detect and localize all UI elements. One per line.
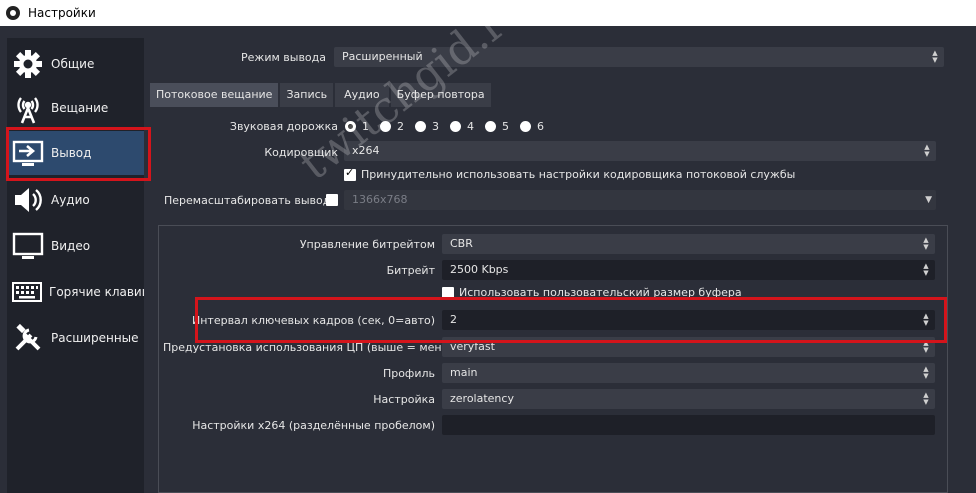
cpu-preset-label: Предустановка использования ЦП (выше = м… <box>163 341 470 354</box>
sidebar-item-advanced[interactable]: Расширенные <box>7 316 144 360</box>
radio-label: 5 <box>502 120 509 133</box>
sidebar-item-output[interactable]: Вывод <box>7 131 144 175</box>
audio-track-radio-6[interactable]: 6 <box>520 120 544 133</box>
encoder-settings-group: Управление битрейтом CBR ▲ ▼ Битрейт 2500… <box>158 225 948 493</box>
sidebar-item-audio[interactable]: Аудио <box>7 178 144 222</box>
output-mode-label: Режим вывода <box>241 51 326 64</box>
rescale-checkbox[interactable] <box>326 194 338 206</box>
enforce-encoder-checkbox[interactable] <box>344 166 356 181</box>
tune-select[interactable]: zerolatency ▲ ▼ <box>442 389 935 409</box>
radio-button <box>485 121 496 132</box>
radio-label: 6 <box>537 120 544 133</box>
cpu-preset-value: veryfast <box>450 340 495 353</box>
output-mode-value: Расширенный <box>342 50 423 63</box>
monitor-icon <box>11 229 45 263</box>
tab-streaming[interactable]: Потоковое вещание <box>150 83 279 107</box>
rate-control-value: CBR <box>450 237 473 250</box>
tune-value: zerolatency <box>450 392 514 405</box>
encoder-value: x264 <box>352 144 380 157</box>
profile-label: Профиль <box>382 367 435 380</box>
custom-buffer-label: Использовать пользовательский размер буф… <box>459 286 742 299</box>
sidebar-item-label: Видео <box>51 239 91 253</box>
gear-icon <box>11 47 45 81</box>
stepper-arrows-icon[interactable]: ▲ ▼ <box>917 310 935 330</box>
obs-logo-icon <box>6 6 20 20</box>
radio-button <box>345 121 356 132</box>
encoder-select[interactable]: x264 ▲ ▼ <box>344 141 936 161</box>
radio-button <box>450 121 461 132</box>
stepper-arrows-icon[interactable]: ▲ ▼ <box>917 260 935 280</box>
audio-track-radio-2[interactable]: 2 <box>380 120 404 133</box>
broadcast-antenna-icon <box>11 91 45 125</box>
output-settings-panel: Режим вывода Расширенный ▲ ▼ Потоковое ве… <box>144 38 950 493</box>
tune-label: Настройка <box>373 393 435 406</box>
radio-label: 3 <box>432 120 439 133</box>
rate-control-label: Управление битрейтом <box>299 238 435 251</box>
x264-options-label: Настройки x264 (разделённые пробелом) <box>192 419 435 432</box>
chevron-down-icon: ▼ <box>925 195 932 205</box>
title-bar: Настройки <box>0 0 976 26</box>
select-arrows-icon: ▲ ▼ <box>923 391 929 406</box>
radio-label: 2 <box>397 120 404 133</box>
radio-button <box>520 121 531 132</box>
keyframe-interval-input[interactable]: 2 ▲ ▼ <box>442 310 935 330</box>
select-arrows-icon: ▲ ▼ <box>932 49 938 64</box>
encoder-label: Кодировщик <box>264 146 338 159</box>
x264-options-input[interactable] <box>442 415 935 435</box>
radio-label: 1 <box>362 120 369 133</box>
rescale-label: Перемасштабировать вывод <box>164 194 331 207</box>
sidebar-item-label: Общие <box>51 57 95 71</box>
select-arrows-icon: ▲ ▼ <box>923 365 929 380</box>
select-arrows-icon: ▲ ▼ <box>923 236 929 251</box>
radio-button <box>415 121 426 132</box>
rate-control-select[interactable]: CBR ▲ ▼ <box>442 234 935 254</box>
window-title: Настройки <box>28 6 96 20</box>
rescale-value: 1366x768 <box>352 193 408 206</box>
settings-sidebar: Общие Вещание Вывод Аудио Видео Горячие … <box>7 38 144 493</box>
rescale-select[interactable]: 1366x768 ▼ <box>344 190 936 210</box>
bitrate-label: Битрейт <box>386 264 435 277</box>
radio-label: 4 <box>467 120 474 133</box>
tools-icon <box>11 321 45 355</box>
bitrate-value: 2500 Kbps <box>450 263 509 276</box>
tab-recording[interactable]: Запись <box>280 83 334 107</box>
sidebar-item-general[interactable]: Общие <box>7 42 144 86</box>
cpu-preset-select[interactable]: veryfast ▲ ▼ <box>442 337 935 357</box>
keyframe-interval-label: Интервал ключевых кадров (сек, 0=авто) <box>192 314 435 327</box>
sidebar-item-label: Вывод <box>51 146 92 160</box>
tab-replay-buffer[interactable]: Буфер повтора <box>390 83 491 107</box>
output-tabs: Потоковое вещание Запись Аудио Буфер пов… <box>150 83 493 107</box>
keyframe-interval-value: 2 <box>450 313 457 326</box>
audio-track-radio-4[interactable]: 4 <box>450 120 474 133</box>
select-arrows-icon: ▲ ▼ <box>924 143 930 158</box>
select-arrows-icon: ▲ ▼ <box>923 339 929 354</box>
radio-button <box>380 121 391 132</box>
audio-track-radio-3[interactable]: 3 <box>415 120 439 133</box>
keyboard-icon <box>11 275 43 309</box>
sidebar-item-label: Горячие клавиш <box>49 285 144 299</box>
tab-audio[interactable]: Аудио <box>335 83 389 107</box>
sidebar-item-stream[interactable]: Вещание <box>7 86 144 130</box>
output-mode-select[interactable]: Расширенный ▲ ▼ <box>334 47 944 67</box>
profile-select[interactable]: main ▲ ▼ <box>442 363 935 383</box>
audio-track-radio-1[interactable]: 1 <box>345 120 369 133</box>
profile-value: main <box>450 366 478 379</box>
audio-track-radio-5[interactable]: 5 <box>485 120 509 133</box>
bitrate-input[interactable]: 2500 Kbps ▲ ▼ <box>442 260 935 280</box>
sidebar-item-video[interactable]: Видео <box>7 224 144 268</box>
output-monitor-icon <box>11 136 45 170</box>
sidebar-item-label: Вещание <box>51 101 109 115</box>
custom-buffer-checkbox[interactable] <box>442 287 454 299</box>
sidebar-item-hotkeys[interactable]: Горячие клавиш <box>7 270 144 314</box>
speaker-icon <box>11 183 45 217</box>
enforce-encoder-label: Принудительно использовать настройки код… <box>361 168 796 181</box>
sidebar-item-label: Расширенные <box>51 331 139 345</box>
audio-track-label: Звуковая дорожка <box>229 120 338 133</box>
sidebar-item-label: Аудио <box>51 193 90 207</box>
